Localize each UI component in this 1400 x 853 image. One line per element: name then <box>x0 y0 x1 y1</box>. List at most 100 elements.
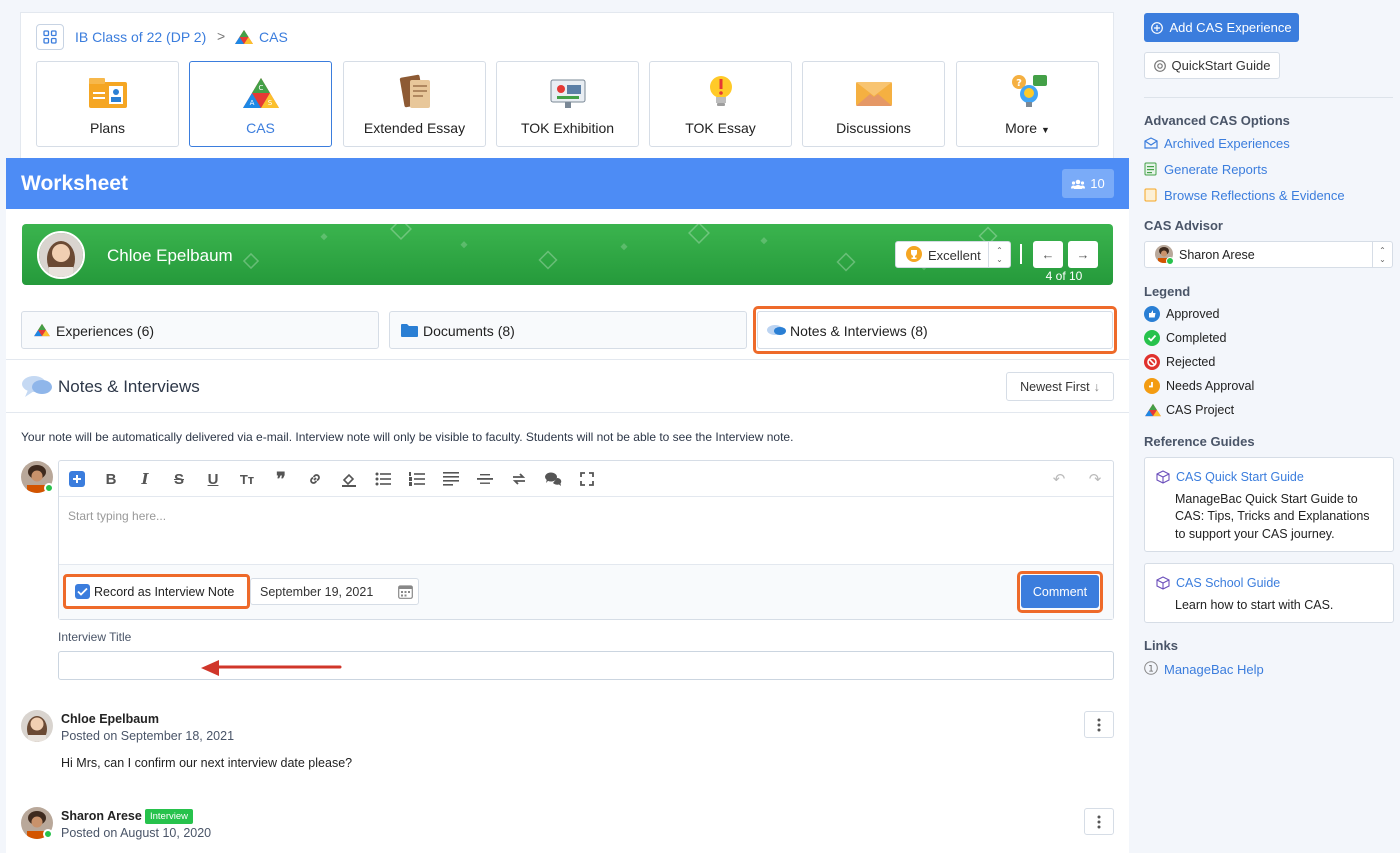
info-circle-icon: 1 <box>1144 661 1158 675</box>
interview-badge: Interview <box>145 809 194 824</box>
legend-needs-approval: Needs Approval <box>1166 379 1255 393</box>
online-status-dot <box>44 483 54 493</box>
annotation-arrow-icon <box>195 657 345 679</box>
apps-grid-button[interactable] <box>36 24 64 50</box>
svg-text:A: A <box>249 99 254 107</box>
breadcrumb-class-link[interactable]: IB Class of 22 (DP 2) <box>75 29 206 45</box>
undo-icon[interactable]: ↶ <box>1050 470 1068 488</box>
text-size-icon[interactable]: Tт <box>238 470 256 488</box>
svg-text:S: S <box>267 99 272 107</box>
cube-icon <box>1156 470 1170 484</box>
checkmark-icon <box>77 587 88 596</box>
sort-button[interactable]: Newest First ↓ <box>1006 372 1114 401</box>
tab-documents[interactable]: Documents (8) <box>389 311 747 349</box>
generate-reports-link[interactable]: Generate Reports <box>1164 162 1267 177</box>
guide-title[interactable]: CAS School Guide <box>1176 576 1280 590</box>
bullet-list-icon[interactable] <box>374 470 392 488</box>
grid-icon <box>43 30 57 44</box>
record-interview-label[interactable]: Record as Interview Note <box>94 585 234 599</box>
post-date: Posted on August 10, 2020 <box>61 826 212 840</box>
post-body: Hi Mrs, can I confirm our next interview… <box>61 756 353 770</box>
trophy-icon <box>906 246 922 262</box>
record-interview-checkbox[interactable] <box>75 584 90 599</box>
svg-text:C: C <box>258 84 263 92</box>
svg-text:1: 1 <box>1148 665 1154 675</box>
comments-icon[interactable] <box>544 470 562 488</box>
highlight-color-icon[interactable] <box>340 470 358 488</box>
online-status-dot <box>43 829 53 839</box>
guide-card-quick-start[interactable]: CAS Quick Start Guide ManageBac Quick St… <box>1144 457 1394 552</box>
check-circle-icon <box>1144 330 1160 346</box>
prev-student-button[interactable]: ← <box>1033 241 1063 268</box>
fullscreen-icon[interactable] <box>578 470 596 488</box>
comment-button[interactable]: Comment <box>1021 575 1099 608</box>
tile-discussions[interactable]: Discussions <box>802 61 945 147</box>
archived-experiences-link[interactable]: Archived Experiences <box>1164 136 1290 151</box>
tile-plans[interactable]: Plans <box>36 61 179 147</box>
post-menu-button[interactable] <box>1084 711 1114 738</box>
student-name: Chloe Epelbaum <box>107 246 233 265</box>
discussions-icon <box>853 72 895 112</box>
clock-icon <box>1144 378 1160 394</box>
cas-triangle-icon <box>33 323 51 337</box>
horizontal-rule-icon[interactable] <box>476 470 494 488</box>
align-icon[interactable] <box>442 470 460 488</box>
numbered-list-icon[interactable] <box>408 470 426 488</box>
tile-tok-exhibition[interactable]: TOK Exhibition <box>496 61 639 147</box>
tile-label: Plans <box>89 120 126 136</box>
link-icon[interactable] <box>306 470 324 488</box>
italic-icon[interactable]: I <box>136 470 154 488</box>
student-avatar <box>37 231 85 279</box>
members-count-button[interactable]: 10 <box>1062 169 1114 198</box>
arrow-left-icon: ← <box>1041 247 1055 262</box>
reference-guides-heading: Reference Guides <box>1144 434 1255 449</box>
worksheet-header <box>6 158 1129 209</box>
sidebar-divider <box>1144 97 1393 98</box>
tile-label: CAS <box>246 120 275 136</box>
redo-icon[interactable]: ↷ <box>1086 470 1104 488</box>
guide-title[interactable]: CAS Quick Start Guide <box>1176 470 1304 484</box>
more-icon: ? <box>1007 72 1049 112</box>
quickstart-guide-button[interactable]: QuickStart Guide <box>1144 52 1280 79</box>
tile-more[interactable]: ? More ▼ <box>956 61 1099 147</box>
guide-line: ManageBac Quick Start Guide to <box>1175 492 1358 506</box>
svg-text:?: ? <box>1016 78 1022 89</box>
links-heading: Links <box>1144 638 1178 653</box>
editor-placeholder[interactable]: Start typing here... <box>68 509 166 523</box>
cube-icon <box>1156 576 1170 590</box>
add-cas-experience-button[interactable]: Add CAS Experience <box>1144 13 1299 42</box>
worksheet-title: Worksheet <box>21 172 128 195</box>
browse-reflections-link[interactable]: Browse Reflections & Evidence <box>1164 188 1345 203</box>
post-menu-button[interactable] <box>1084 808 1114 835</box>
tile-tok-essay[interactable]: TOK Essay <box>649 61 792 147</box>
tab-experiences[interactable]: Experiences (6) <box>21 311 379 349</box>
guide-card-school[interactable]: CAS School Guide Learn how to start with… <box>1144 563 1394 623</box>
post-date: Posted on September 18, 2021 <box>61 729 235 743</box>
tile-extended-essay[interactable]: Extended Essay <box>343 61 486 147</box>
underline-icon[interactable]: U <box>204 470 222 488</box>
tile-label: Discussions <box>836 120 911 136</box>
post-author: Chloe Epelbaum <box>61 712 159 726</box>
managebac-help-link[interactable]: ManageBac Help <box>1164 662 1264 677</box>
calendar-icon[interactable] <box>398 584 413 599</box>
guide-line: CAS: Tips, Tricks and Explanations <box>1175 509 1370 523</box>
legend-heading: Legend <box>1144 284 1191 299</box>
quickstart-label: QuickStart Guide <box>1171 58 1271 73</box>
advisor-spinner-icon[interactable]: ⌃ ⌄ <box>1372 242 1392 267</box>
post-author-avatar <box>21 710 53 742</box>
next-student-button[interactable]: → <box>1068 241 1098 268</box>
legend-rejected: Rejected <box>1166 355 1216 369</box>
insert-plus-icon[interactable] <box>68 470 86 488</box>
caret-down-icon: ▼ <box>1040 125 1050 135</box>
sort-label: Newest First <box>1020 379 1090 394</box>
divider <box>6 359 1129 360</box>
strikethrough-icon[interactable]: S <box>170 470 188 488</box>
tile-cas[interactable]: CAS CAS <box>189 61 332 147</box>
highlight-notes-tab <box>753 306 1117 354</box>
legend-completed: Completed <box>1166 331 1227 345</box>
bold-icon[interactable]: B <box>102 470 120 488</box>
breadcrumb-current[interactable]: CAS <box>259 29 288 45</box>
indent-icon[interactable] <box>510 470 528 488</box>
quote-icon[interactable]: ❞ <box>272 469 290 489</box>
folder-icon <box>401 323 418 337</box>
